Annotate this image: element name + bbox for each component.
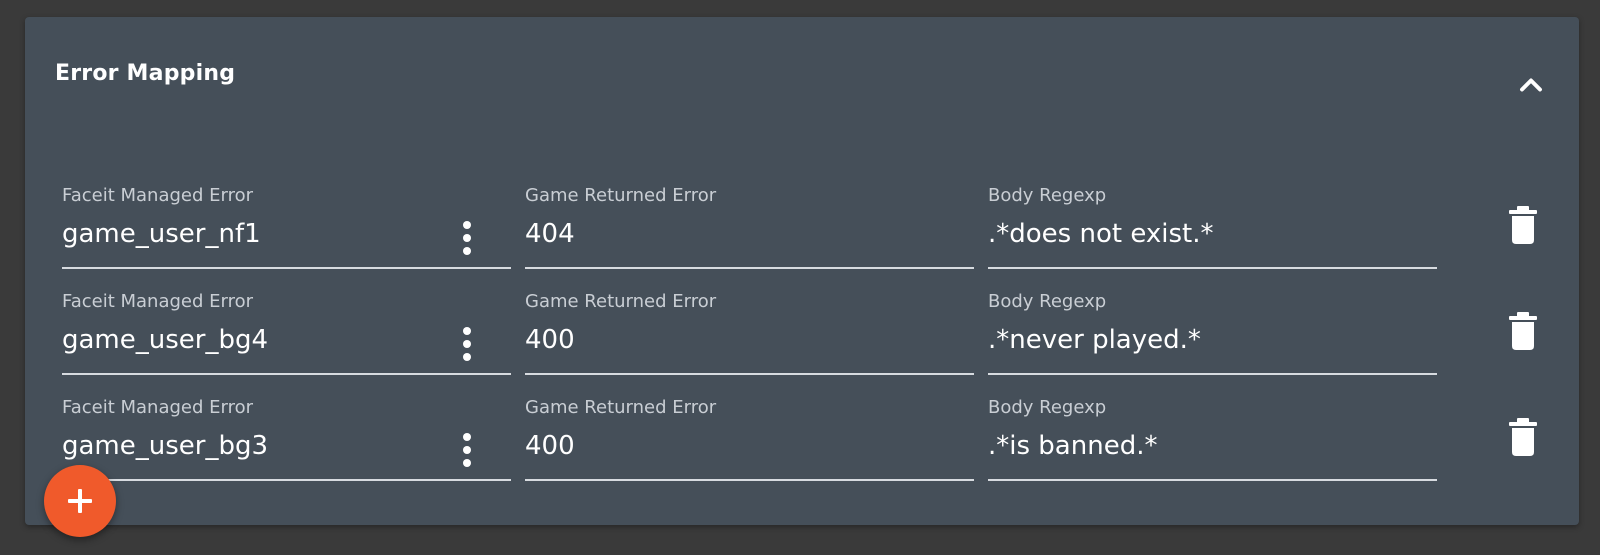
mapping-row: Faceit Managed Error game_user_bg4 Game … [62,283,1562,389]
returned-error-label: Game Returned Error [525,291,717,312]
returned-error-field[interactable]: Game Returned Error 400 [525,389,974,481]
more-vertical-icon[interactable] [457,327,477,361]
error-mapping-panel: Error Mapping Faceit Managed Error game_… [25,17,1579,525]
managed-error-label: Faceit Managed Error [62,291,254,312]
chevron-up-icon [1520,78,1542,92]
panel-header[interactable]: Error Mapping [25,17,1579,137]
body-regexp-field[interactable]: Body Regexp .*never played.* [988,283,1437,375]
body-regexp-label: Body Regexp [988,397,1107,418]
returned-error-value[interactable]: 400 [525,325,575,355]
returned-error-value[interactable]: 400 [525,431,575,461]
returned-error-field[interactable]: Game Returned Error 404 [525,177,974,269]
returned-error-label: Game Returned Error [525,397,717,418]
more-vertical-icon[interactable] [457,433,477,467]
delete-row-button[interactable] [1505,311,1541,351]
managed-error-field[interactable]: Faceit Managed Error game_user_nf1 [62,177,511,269]
returned-error-field[interactable]: Game Returned Error 400 [525,283,974,375]
trash-icon [1509,206,1537,244]
body-regexp-field[interactable]: Body Regexp .*does not exist.* [988,177,1437,269]
more-vertical-icon[interactable] [457,221,477,255]
body-regexp-value[interactable]: .*never played.* [988,325,1201,355]
body-regexp-value[interactable]: .*is banned.* [988,431,1157,461]
managed-error-field[interactable]: Faceit Managed Error game_user_bg4 [62,283,511,375]
collapse-button[interactable] [1513,67,1549,103]
add-mapping-button[interactable] [44,465,116,537]
delete-row-button[interactable] [1505,417,1541,457]
error-mapping-list: Faceit Managed Error game_user_nf1 Game … [62,177,1562,495]
body-regexp-value[interactable]: .*does not exist.* [988,219,1213,249]
mapping-row: Faceit Managed Error game_user_nf1 Game … [62,177,1562,283]
body-regexp-field[interactable]: Body Regexp .*is banned.* [988,389,1437,481]
managed-error-value[interactable]: game_user_bg4 [62,325,268,355]
plus-icon [68,489,92,513]
managed-error-label: Faceit Managed Error [62,185,254,206]
trash-icon [1509,418,1537,456]
managed-error-label: Faceit Managed Error [62,397,254,418]
delete-row-button[interactable] [1505,205,1541,245]
returned-error-value[interactable]: 404 [525,219,575,249]
managed-error-value[interactable]: game_user_bg3 [62,431,268,461]
mapping-row: Faceit Managed Error game_user_bg3 Game … [62,389,1562,495]
trash-icon [1509,312,1537,350]
panel-title: Error Mapping [55,61,236,86]
body-regexp-label: Body Regexp [988,291,1107,312]
returned-error-label: Game Returned Error [525,185,717,206]
managed-error-value[interactable]: game_user_nf1 [62,219,261,249]
managed-error-field[interactable]: Faceit Managed Error game_user_bg3 [62,389,511,481]
body-regexp-label: Body Regexp [988,185,1107,206]
